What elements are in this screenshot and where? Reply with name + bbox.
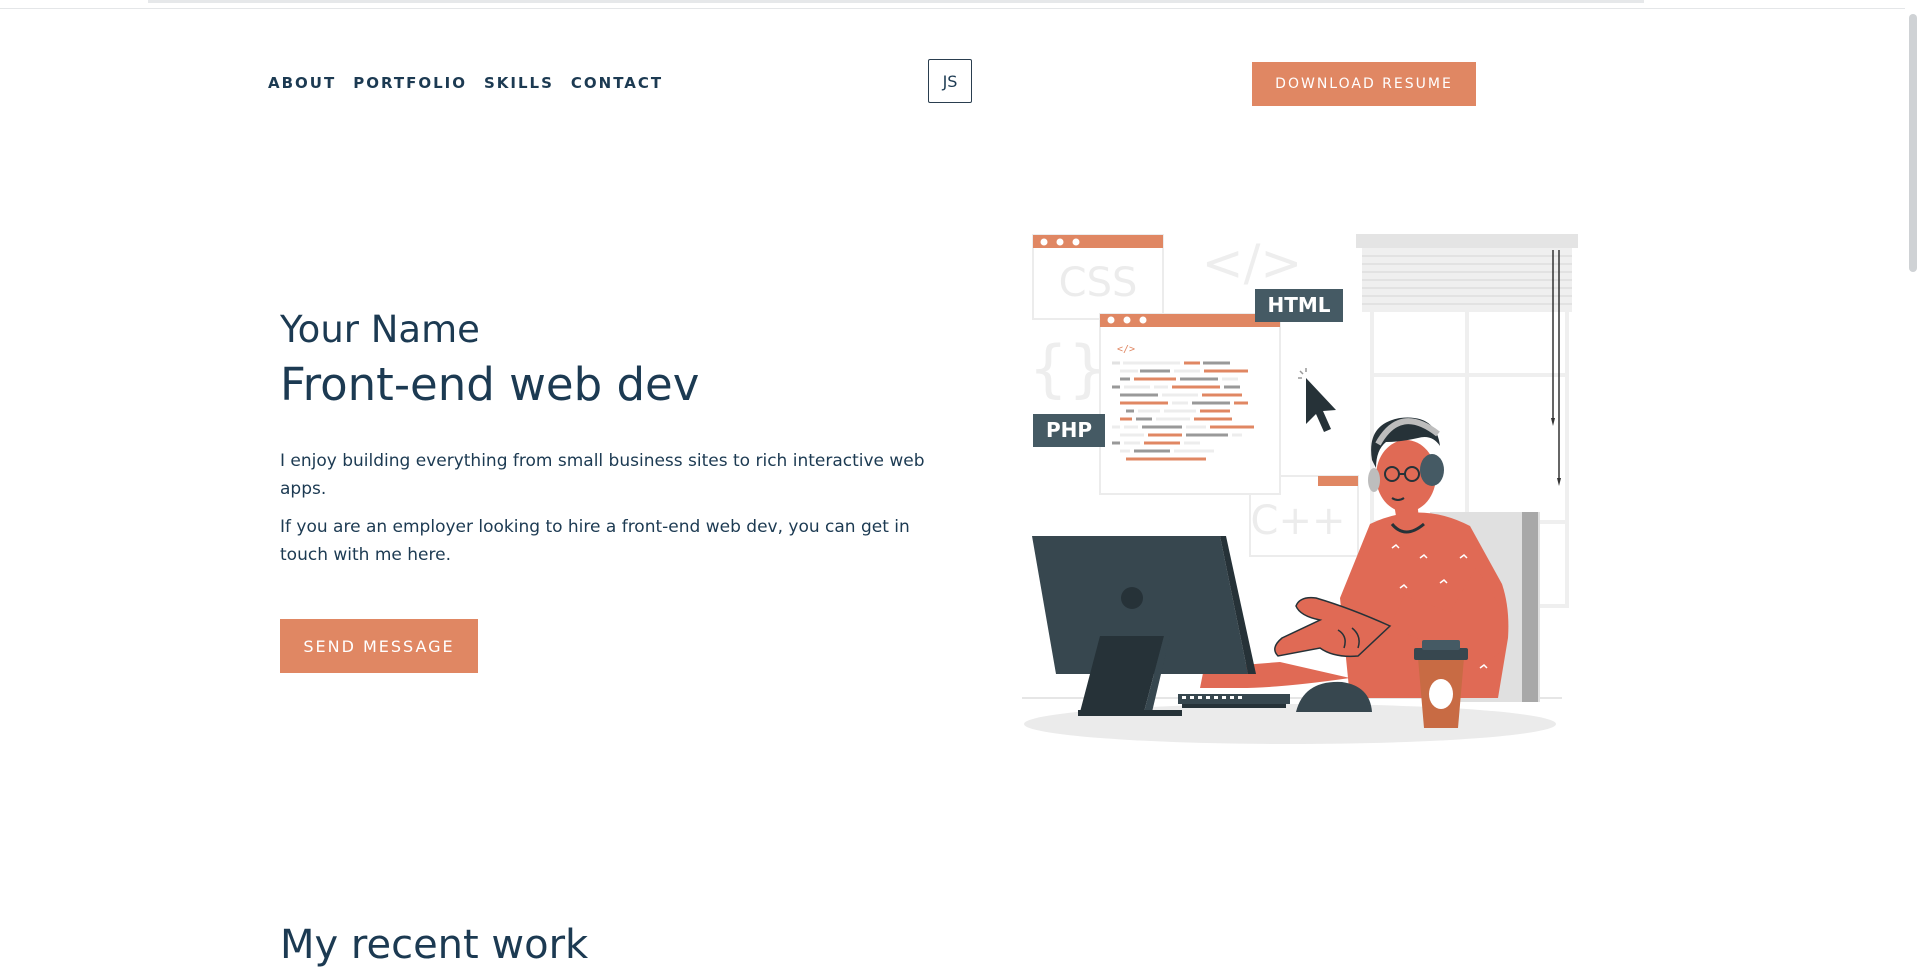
page: ABOUT PORTFOLIO SKILLS CONTACT JS DOWNLO… [0,0,1920,977]
code-brackets-icon: </> [1202,234,1303,292]
code-editor-window: </> [1099,313,1281,495]
nav-portfolio-link[interactable]: PORTFOLIO [353,74,467,92]
php-label: PHP [1046,418,1092,442]
recent-work-title: My recent work [280,922,589,968]
hero-role: Front-end web dev [280,358,700,411]
send-message-button[interactable]: SEND MESSAGE [280,619,478,673]
curly-braces-icon: {} [1029,332,1108,405]
logo[interactable]: JS [928,59,972,103]
cpp-label: C++ [1251,498,1346,544]
developer-illustration: CSS </> {} C++ </> HTML PHP [1022,234,1578,744]
hero-contact-text: If you are an employer looking to hire a… [280,517,910,565]
html-label: HTML [1267,293,1330,317]
html-badge: HTML [1255,289,1343,322]
nav-skills-link[interactable]: SKILLS [484,74,554,92]
scrollbar[interactable] [1905,0,1920,977]
css-label: CSS [1059,260,1138,306]
hero-name: Your Name [280,308,480,351]
nav-contact-link[interactable]: CONTACT [571,74,663,92]
main-nav: ABOUT PORTFOLIO SKILLS CONTACT [268,74,663,92]
scrollbar-thumb[interactable] [1909,14,1917,272]
download-resume-button[interactable]: DOWNLOAD RESUME [1252,62,1476,106]
monitor [1032,536,1256,716]
css-window: CSS [1032,234,1164,320]
php-badge: PHP [1033,414,1105,447]
hero-intro-text: I enjoy building everything from small b… [280,451,925,499]
top-strip [148,0,1644,3]
cursor-icon [1298,368,1336,432]
keyboard [1178,694,1290,708]
code-tag-icon: </> [1117,344,1135,355]
top-divider [0,8,1905,9]
nav-about-link[interactable]: ABOUT [268,74,336,92]
